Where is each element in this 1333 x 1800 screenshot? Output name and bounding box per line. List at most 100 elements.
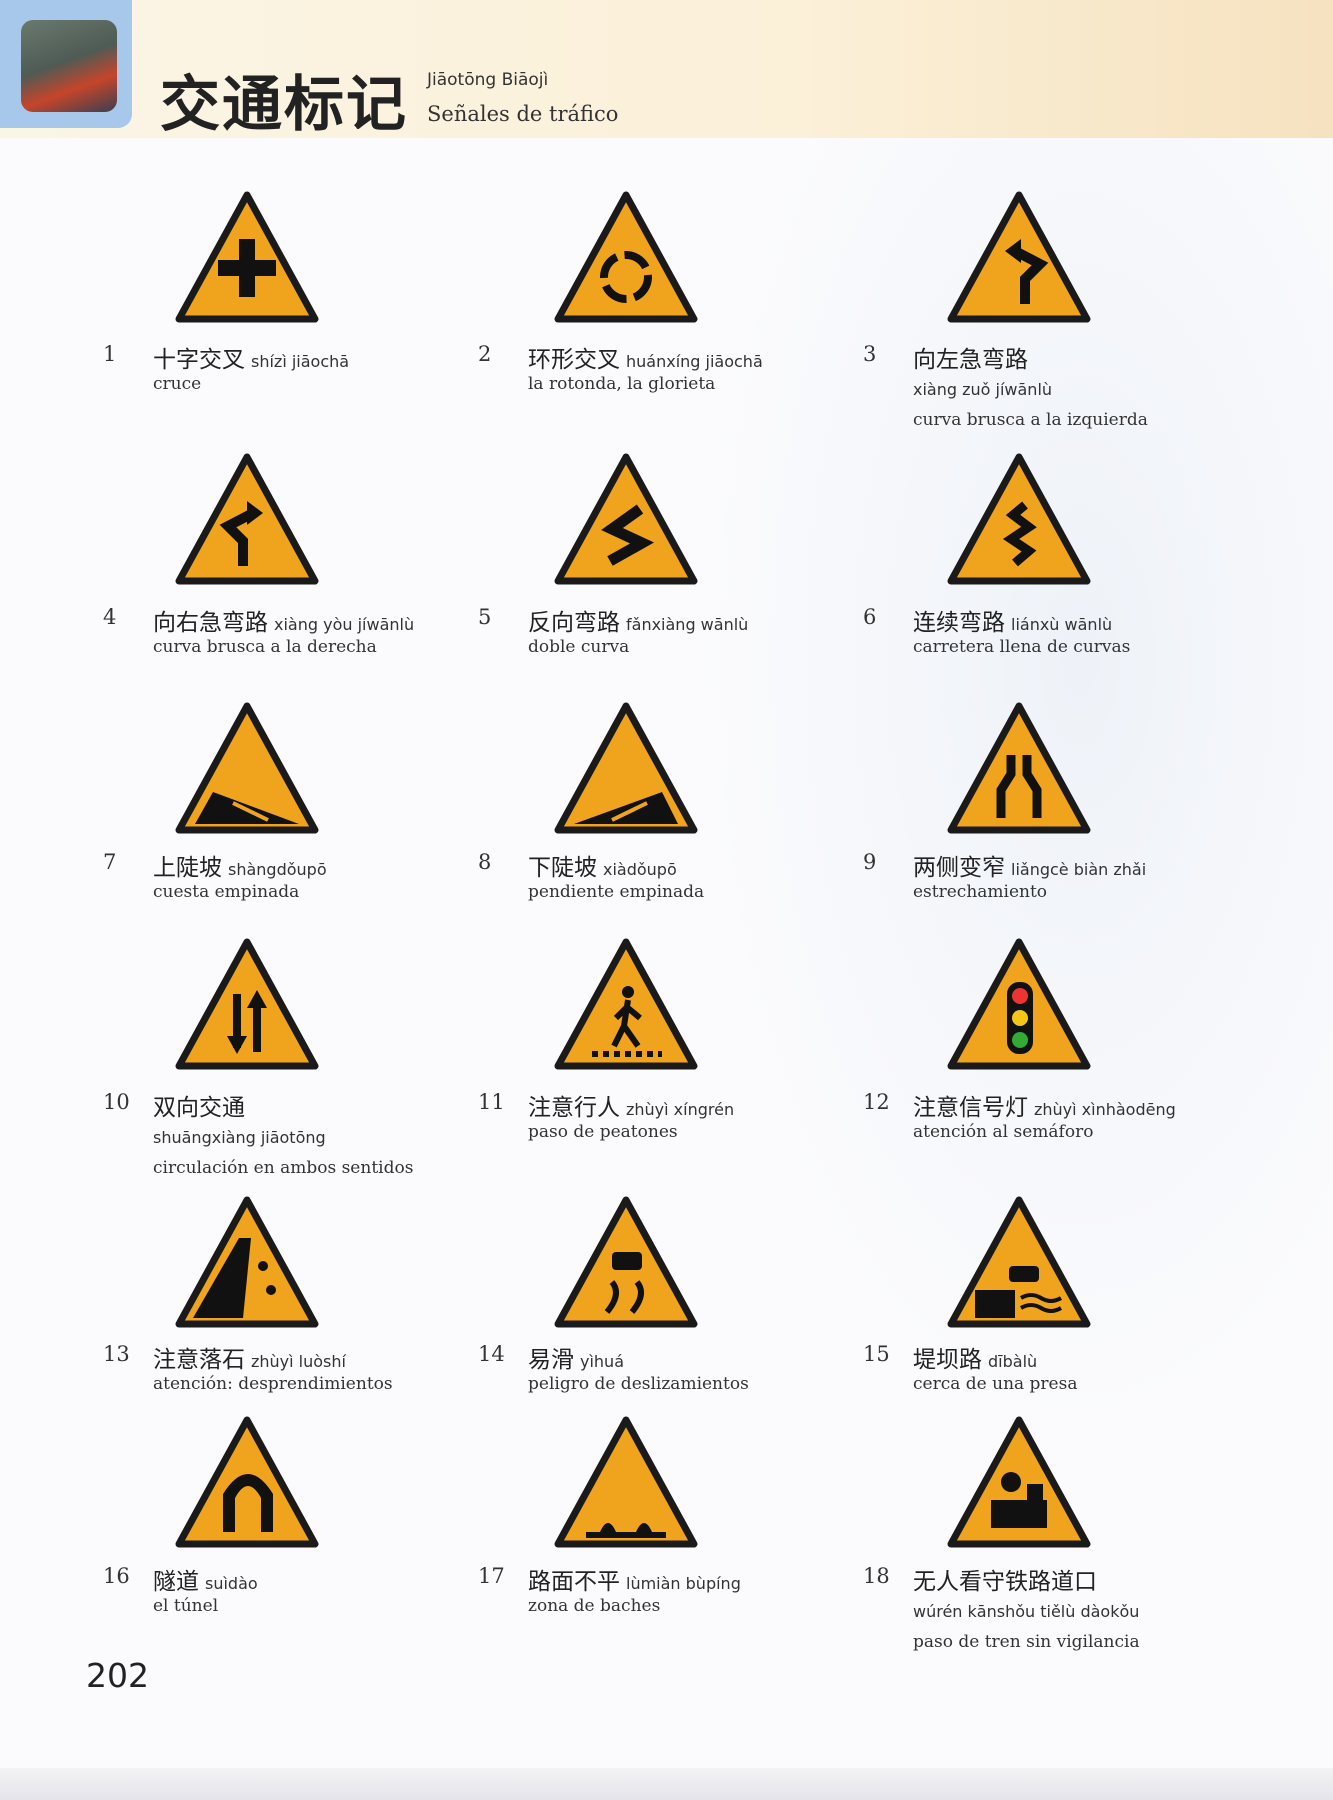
sign-name-pinyin: shuāngxiàng jiāotōng <box>153 1128 326 1147</box>
sign-name-spanish: cruce <box>153 374 202 394</box>
sign-name-spanish: atención al semáforo <box>913 1122 1094 1142</box>
sign-name-hanzi: 上陡坡 <box>153 855 222 881</box>
sharp-left-curve-icon <box>947 191 1091 323</box>
sign-name-chinese: 路面不平 lùmiàn bùpíng <box>528 1562 741 1596</box>
sign-number: 18 <box>863 1564 890 1588</box>
sign-name-spanish: paso de tren sin vigilancia <box>913 1632 1140 1652</box>
sign-number: 4 <box>103 605 117 629</box>
sign-name-pinyin: fǎnxiàng wānlù <box>626 615 749 634</box>
sign-name-spanish: el túnel <box>153 1596 219 1616</box>
sign-number: 10 <box>103 1090 130 1114</box>
sign-name-spanish: circulación en ambos sentidos <box>153 1158 414 1178</box>
sign-name-chinese: 上陡坡 shàngdǒupō <box>153 848 327 882</box>
sign-number: 2 <box>478 342 492 366</box>
sign-name-chinese: 十字交叉 shízì jiāochā <box>153 340 349 374</box>
sign-name-spanish: doble curva <box>528 637 630 657</box>
header-photo <box>21 20 117 112</box>
sign-name-hanzi: 堤坝路 <box>913 1347 982 1373</box>
sign-name-spanish: curva brusca a la derecha <box>153 637 377 657</box>
sign-name-hanzi: 连续弯路 <box>913 610 1005 636</box>
sign-number: 15 <box>863 1342 890 1366</box>
sign-name-spanish: la rotonda, la glorieta <box>528 374 716 394</box>
slippery-road-icon <box>554 1196 698 1328</box>
sign-name-chinese: 无人看守铁路道口 <box>913 1562 1097 1596</box>
railway-crossing-icon <box>947 1416 1091 1548</box>
steep-ascent-icon <box>175 702 319 834</box>
sign-name-pinyin: xiàng zuǒ jíwānlù <box>913 380 1053 399</box>
sign-name-spanish: cerca de una presa <box>913 1374 1078 1394</box>
sign-name-spanish: zona de baches <box>528 1596 661 1616</box>
uneven-road-icon <box>554 1416 698 1548</box>
sign-name-pinyin: liánxù wānlù <box>1011 615 1113 634</box>
sign-name-hanzi: 环形交叉 <box>528 347 620 373</box>
steep-descent-icon <box>554 702 698 834</box>
sign-name-hanzi: 向右急弯路 <box>153 610 268 636</box>
sign-number: 16 <box>103 1564 130 1588</box>
traffic-light-icon <box>947 938 1091 1070</box>
sign-name-pinyin: zhùyì xíngrén <box>626 1100 735 1119</box>
sign-name-hanzi: 双向交通 <box>153 1095 245 1121</box>
road-narrows-icon <box>947 702 1091 834</box>
sign-name-chinese: 双向交通 <box>153 1088 245 1122</box>
sign-name-pinyin: zhùyì luòshí <box>251 1352 346 1371</box>
page-bottom-edge <box>0 1768 1333 1800</box>
sign-name-pinyin: lùmiàn bùpíng <box>626 1574 741 1593</box>
sign-name-chinese: 注意落石 zhùyì luòshí <box>153 1340 346 1374</box>
sign-name-chinese: 堤坝路 dībàlù <box>913 1340 1037 1374</box>
sign-name-pinyin: suìdào <box>205 1574 258 1593</box>
sign-name-hanzi: 下陡坡 <box>528 855 597 881</box>
sign-name-chinese: 连续弯路 liánxù wānlù <box>913 603 1112 637</box>
page-title: 交通标记 <box>160 70 408 140</box>
sign-name-hanzi: 反向弯路 <box>528 610 620 636</box>
page-number: 202 <box>86 1656 149 1695</box>
embankment-icon <box>947 1196 1091 1328</box>
sign-name-hanzi: 隧道 <box>153 1569 199 1595</box>
sign-number: 14 <box>478 1342 505 1366</box>
winding-road-icon <box>947 453 1091 585</box>
roundabout-icon <box>554 191 698 323</box>
sign-number: 8 <box>478 850 492 874</box>
pedestrian-icon <box>554 938 698 1070</box>
sign-name-spanish: paso de peatones <box>528 1122 678 1142</box>
sign-name-pinyin: shízì jiāochā <box>251 352 350 371</box>
sign-name-chinese: 两侧变窄 liǎngcè biàn zhǎi <box>913 848 1146 882</box>
sign-number: 5 <box>478 605 492 629</box>
page-title-spanish: Señales de tráfico <box>427 102 619 126</box>
double-curve-icon <box>554 453 698 585</box>
sign-name-hanzi: 路面不平 <box>528 1569 620 1595</box>
sign-name-pinyin: shàngdǒupō <box>228 860 327 879</box>
sign-name-chinese: 下陡坡 xiàdǒupō <box>528 848 677 882</box>
sign-name-chinese: 隧道 suìdào <box>153 1562 258 1596</box>
two-way-traffic-icon <box>175 938 319 1070</box>
sign-name-hanzi: 注意信号灯 <box>913 1095 1028 1121</box>
sign-name-hanzi: 向左急弯路 <box>913 347 1028 373</box>
sign-name-chinese: 向右急弯路 xiàng yòu jíwānlù <box>153 603 414 637</box>
sign-name-pinyin: dībàlù <box>988 1352 1038 1371</box>
sign-name-chinese: 注意行人 zhùyì xíngrén <box>528 1088 734 1122</box>
sign-name-hanzi: 两侧变窄 <box>913 855 1005 881</box>
sign-name-chinese: 环形交叉 huánxíng jiāochā <box>528 340 763 374</box>
sign-name-chinese: 反向弯路 fǎnxiàng wānlù <box>528 603 748 637</box>
crossroad-icon <box>175 191 319 323</box>
sign-name-pinyin: yìhuá <box>580 1352 624 1371</box>
sign-name-pinyin: xiàng yòu jíwānlù <box>274 615 415 634</box>
page-title-pinyin: Jiāotōng Biāojì <box>427 70 549 90</box>
falling-rocks-icon <box>175 1196 319 1328</box>
sign-name-pinyin: zhùyì xìnhàodēng <box>1034 1100 1176 1119</box>
sign-number: 13 <box>103 1342 130 1366</box>
sign-number: 9 <box>863 850 877 874</box>
sign-name-pinyin: liǎngcè biàn zhǎi <box>1011 860 1147 879</box>
sign-number: 6 <box>863 605 877 629</box>
sign-name-spanish: curva brusca a la izquierda <box>913 410 1148 430</box>
sign-name-chinese: 注意信号灯 zhùyì xìnhàodēng <box>913 1088 1176 1122</box>
sign-name-spanish: pendiente empinada <box>528 882 705 902</box>
sign-name-spanish: carretera llena de curvas <box>913 637 1131 657</box>
sign-name-hanzi: 无人看守铁路道口 <box>913 1569 1097 1595</box>
sign-name-hanzi: 十字交叉 <box>153 347 245 373</box>
sign-name-spanish: peligro de deslizamientos <box>528 1374 749 1394</box>
sign-number: 1 <box>103 342 117 366</box>
sign-name-spanish: estrechamiento <box>913 882 1048 902</box>
sign-name-hanzi: 易滑 <box>528 1347 574 1373</box>
sign-name-hanzi: 注意落石 <box>153 1347 245 1373</box>
header-tab <box>0 0 132 128</box>
